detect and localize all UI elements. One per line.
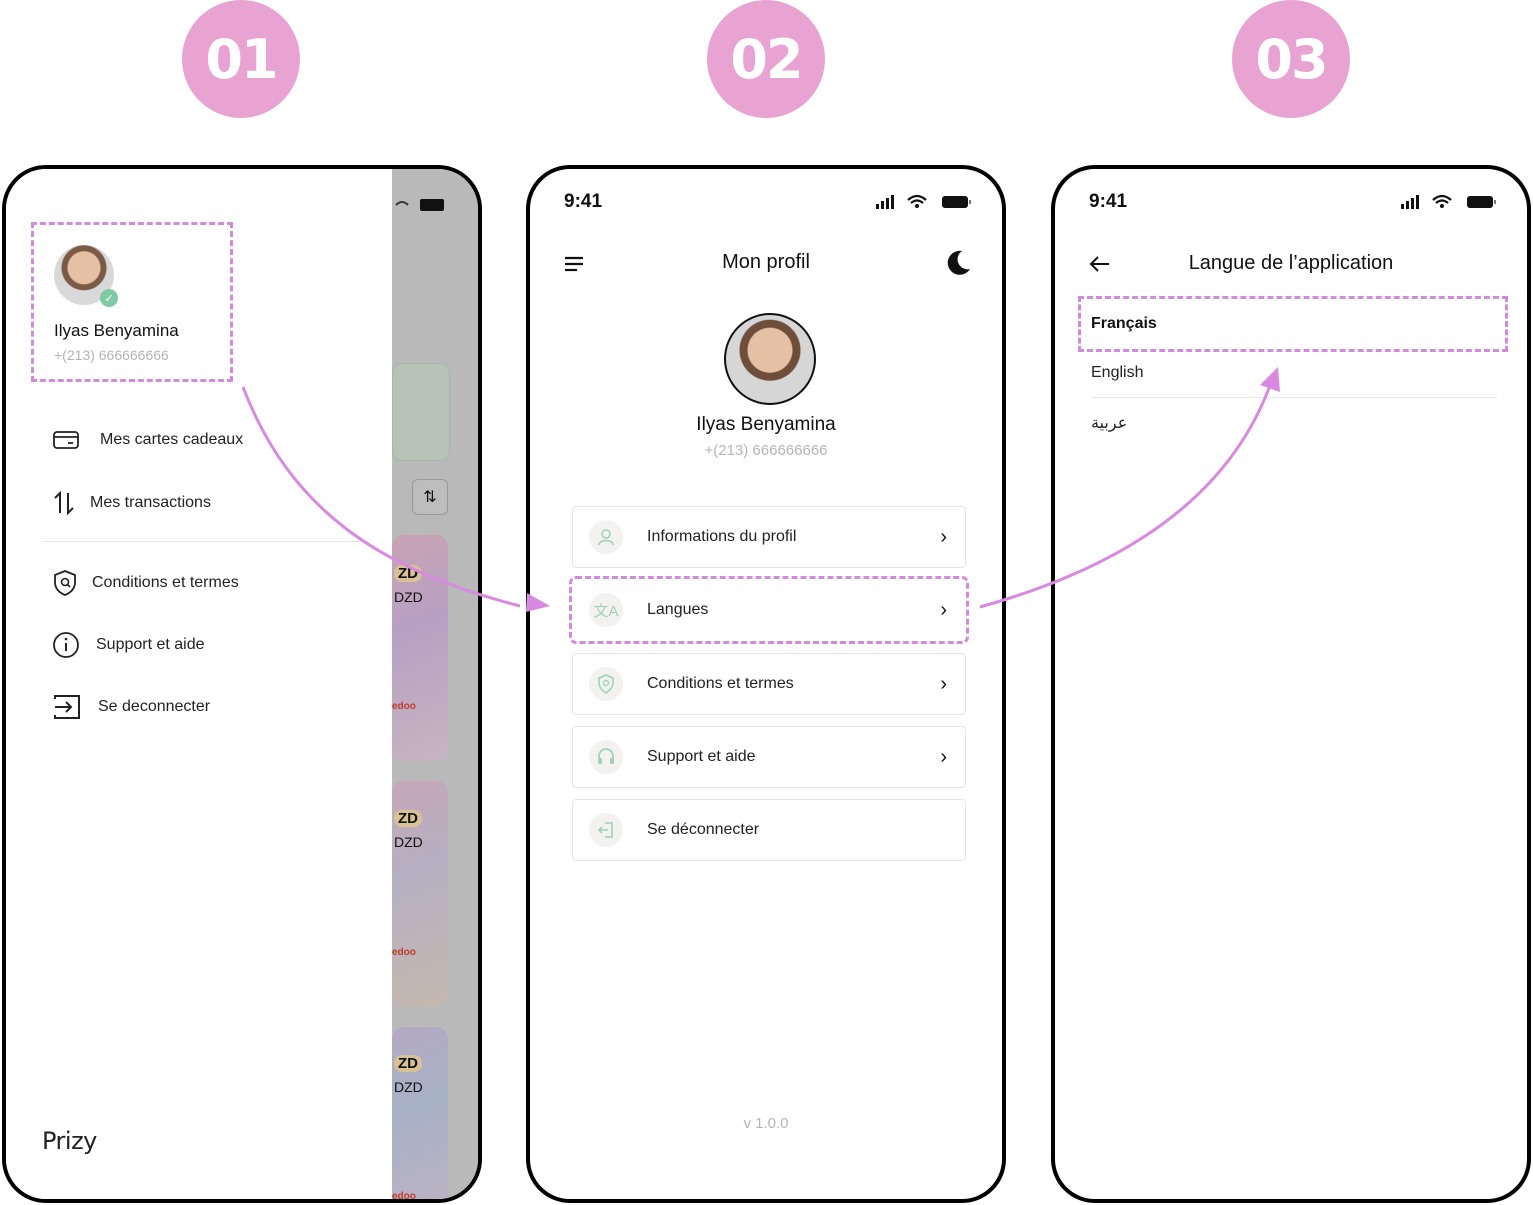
- headset-icon: [589, 740, 623, 774]
- menu-item-support[interactable]: Support et aide: [52, 631, 205, 659]
- status-bar: 9:41: [564, 191, 972, 215]
- support-item[interactable]: Support et aide ›: [572, 726, 966, 788]
- user-name: Ilyas Benyamina: [54, 321, 179, 340]
- currency-label: DZD: [394, 834, 423, 850]
- avatar[interactable]: [724, 313, 816, 405]
- side-drawer: ✓ Ilyas Benyamina +(213) 666666666 Mes c…: [6, 169, 392, 1199]
- phone-screen-drawer: ⇅ ZD DZD edoo ZD DZD edoo ZD DZD edoo ✓ …: [2, 165, 482, 1203]
- menu-item-terms[interactable]: Conditions et termes: [52, 569, 239, 597]
- logout-icon: [54, 695, 80, 719]
- chevron-right-icon: ›: [940, 525, 947, 548]
- step-badge-2: 02: [707, 0, 825, 118]
- menu-item-gift-cards[interactable]: Mes cartes cadeaux: [52, 429, 243, 451]
- brand-logo: Prizy: [42, 1127, 97, 1155]
- chevron-right-icon: ›: [940, 598, 947, 621]
- user-name: Ilyas Benyamina: [696, 414, 836, 435]
- item-label: Informations du profil: [647, 528, 797, 545]
- item-label: Se déconnecter: [647, 821, 760, 838]
- language-label: Français: [1091, 315, 1157, 332]
- logout-icon: [589, 813, 623, 847]
- shield-icon: [54, 570, 76, 596]
- divider: [42, 541, 362, 542]
- status-bar: 9:41: [1089, 191, 1497, 215]
- languages-item[interactable]: 文A Langues ›: [569, 576, 969, 644]
- page-title: Mon profil: [722, 251, 810, 273]
- menu-item-label: Support et aide: [96, 636, 205, 653]
- divider: [1091, 397, 1497, 398]
- translate-icon: 文A: [589, 593, 623, 627]
- page-title: Langue de l’application: [1188, 252, 1394, 274]
- step-badge-3: 03: [1232, 0, 1350, 118]
- chevron-right-icon: ›: [940, 745, 947, 768]
- brand-tag: edoo: [392, 947, 416, 958]
- currency-tag: ZD: [394, 1055, 422, 1072]
- bg-card: [392, 363, 450, 461]
- logout-item[interactable]: Se déconnecter: [572, 799, 966, 861]
- status-time: 9:41: [1089, 191, 1128, 212]
- currency-tag: ZD: [394, 810, 422, 827]
- wifi-battery-icon: [395, 199, 444, 211]
- currency-label: DZD: [394, 589, 423, 605]
- status-icons: [1401, 194, 1496, 209]
- sort-icon: ⇅: [412, 479, 448, 515]
- shield-icon: [589, 667, 623, 701]
- user-icon: [589, 520, 623, 554]
- dark-mode-icon[interactable]: [944, 249, 972, 277]
- item-label: Conditions et termes: [647, 675, 794, 692]
- status-icons: [876, 194, 971, 209]
- profile-highlight: ✓ Ilyas Benyamina +(213) 666666666: [31, 222, 233, 382]
- currency-label: DZD: [394, 1079, 423, 1095]
- menu-item-logout[interactable]: Se deconnecter: [52, 693, 210, 721]
- language-option-french[interactable]: Français: [1078, 296, 1508, 352]
- terms-item[interactable]: Conditions et termes ›: [572, 653, 966, 715]
- menu-item-label: Mes cartes cadeaux: [100, 431, 244, 448]
- app-version: v 1.0.0: [743, 1115, 789, 1132]
- swap-icon: [54, 490, 74, 516]
- info-icon: [53, 632, 79, 658]
- user-phone: +(213) 666666666: [54, 347, 169, 363]
- chevron-right-icon: ›: [940, 672, 947, 695]
- status-time: 9:41: [564, 191, 603, 212]
- brand-tag: edoo: [392, 1191, 416, 1202]
- menu-item-label: Se deconnecter: [98, 698, 211, 715]
- item-label: Support et aide: [647, 748, 756, 765]
- dimmed-background: ⇅ ZD DZD edoo ZD DZD edoo ZD DZD edoo: [392, 169, 478, 1202]
- phone-screen-profile: 9:41 Mon profil Ilyas Benyamina +(213) 6…: [526, 165, 1006, 1203]
- item-label: Langues: [647, 601, 709, 618]
- verified-icon: ✓: [100, 289, 118, 307]
- profile-info-item[interactable]: Informations du profil ›: [572, 506, 966, 568]
- step-badge-1: 01: [182, 0, 300, 118]
- brand-tag: edoo: [392, 701, 416, 712]
- language-option-arabic[interactable]: عربية: [1091, 413, 1127, 433]
- language-option-english[interactable]: English: [1091, 364, 1143, 382]
- phone-screen-language: 9:41 Langue de l’application Français En…: [1051, 165, 1531, 1203]
- card-icon: [53, 431, 79, 449]
- gift-card-3: [392, 1027, 448, 1199]
- menu-item-label: Mes transactions: [90, 494, 211, 511]
- menu-item-label: Conditions et termes: [92, 574, 239, 591]
- menu-item-transactions[interactable]: Mes transactions: [52, 489, 211, 517]
- user-phone: +(213) 666666666: [704, 442, 828, 459]
- currency-tag: ZD: [394, 565, 422, 582]
